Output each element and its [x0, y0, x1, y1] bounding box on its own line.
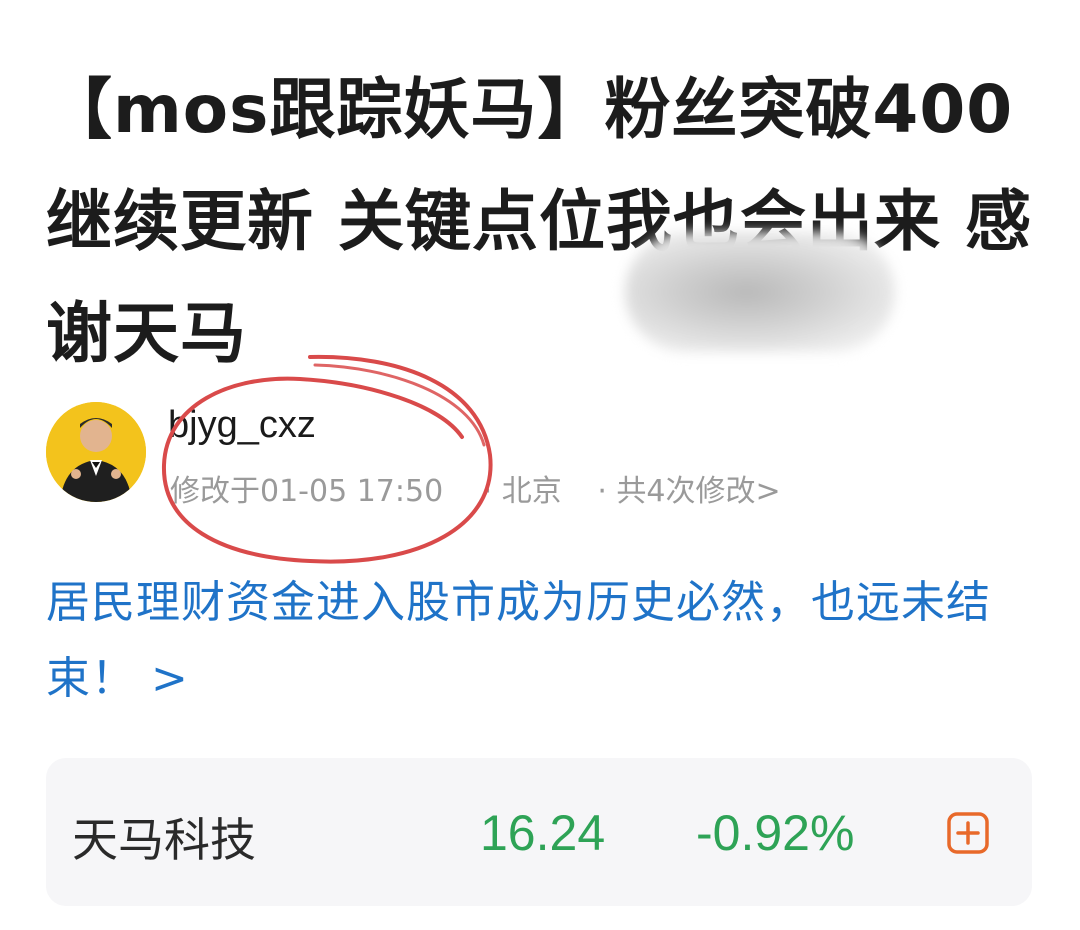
- author-name[interactable]: bjyg_cxz: [168, 404, 316, 447]
- author-avatar[interactable]: [46, 402, 146, 502]
- edit-history-link[interactable]: · 共4次修改>: [597, 474, 780, 509]
- modified-time: 修改于01-05 17:50: [170, 474, 444, 509]
- stock-price: 16.24: [480, 805, 606, 861]
- add-to-watchlist-button[interactable]: [946, 811, 990, 855]
- post-meta: 修改于01-05 17:50 · 北京 · 共4次修改>: [170, 466, 785, 510]
- person-avatar-icon: [46, 402, 146, 502]
- stock-change: -0.92%: [696, 805, 855, 861]
- plus-square-icon: [947, 812, 989, 854]
- stock-name: 天马科技: [72, 813, 256, 867]
- topic-link[interactable]: 居民理财资金进入股市成为历史必然，也远未结束！ >: [46, 565, 1041, 717]
- location: · 北京: [482, 474, 562, 509]
- post-title: 【mos跟踪妖马】粉丝突破400继续更新 关键点位我也会出来 感谢天马: [46, 71, 1032, 372]
- blurred-redaction: [625, 232, 895, 352]
- author-row: bjyg_cxz 修改于01-05 17:50 · 北京 · 共4次修改>: [46, 400, 1036, 510]
- stock-card[interactable]: 天马科技 16.24 -0.92%: [46, 758, 1032, 906]
